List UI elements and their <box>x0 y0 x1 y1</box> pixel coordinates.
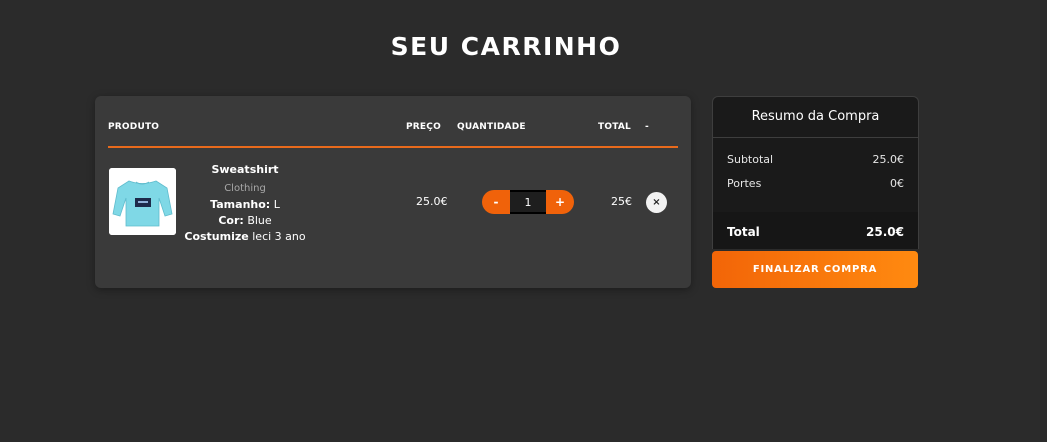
product-color-label: Cor: <box>218 214 244 227</box>
summary-title: Resumo da Compra <box>713 97 918 138</box>
subtotal-value: 25.0€ <box>872 153 905 166</box>
shipping-value: 0€ <box>890 177 904 190</box>
product-size: Tamanho: L <box>181 197 309 213</box>
product-total: 25€ <box>611 195 632 208</box>
quantity-stepper: - + <box>482 190 574 214</box>
column-header-preco: PREÇO <box>406 122 441 132</box>
quantity-decrease-button[interactable]: - <box>482 190 510 214</box>
product-size-value: L <box>273 198 280 211</box>
shipping-label: Portes <box>727 177 762 190</box>
page-title: SEU CARRINHO <box>390 32 622 61</box>
summary-total-band: Total 25.0€ <box>713 212 918 249</box>
sweatshirt-icon <box>109 168 176 235</box>
remove-item-button[interactable]: × <box>646 192 667 213</box>
close-icon: × <box>652 197 661 208</box>
total-value: 25.0€ <box>866 225 904 239</box>
product-price: 25.0€ <box>416 195 448 208</box>
column-header-total: TOTAL <box>598 122 631 132</box>
product-customization: Costumize leci 3 ano <box>181 229 309 245</box>
cart-panel: PRODUTO PREÇO QUANTIDADE TOTAL - Sweatsh… <box>95 96 691 288</box>
subtotal-label: Subtotal <box>727 153 774 166</box>
product-category: Clothing <box>224 183 266 194</box>
checkout-button[interactable]: FINALIZAR COMPRA <box>712 251 918 288</box>
column-header-produto: PRODUTO <box>108 122 160 132</box>
product-color-value: Blue <box>247 214 272 227</box>
product-image[interactable] <box>109 168 176 235</box>
total-label: Total <box>727 225 760 239</box>
product-size-label: Tamanho: <box>210 198 271 211</box>
product-color: Cor: Blue <box>181 213 309 229</box>
column-header-remove: - <box>645 122 649 132</box>
quantity-input[interactable] <box>510 190 546 214</box>
cart-table-header: PRODUTO PREÇO QUANTIDADE TOTAL - <box>108 96 678 148</box>
product-info: Sweatshirt Clothing Tamanho: L Cor: Blue… <box>181 162 309 245</box>
product-customization-label: Costumize <box>184 230 249 243</box>
column-header-quantidade: QUANTIDADE <box>457 122 526 132</box>
product-customization-value: leci 3 ano <box>252 230 306 243</box>
product-name[interactable]: Sweatshirt <box>181 162 309 178</box>
order-summary-panel: Resumo da Compra Subtotal 25.0€ Portes 0… <box>712 96 919 249</box>
quantity-increase-button[interactable]: + <box>546 190 574 214</box>
